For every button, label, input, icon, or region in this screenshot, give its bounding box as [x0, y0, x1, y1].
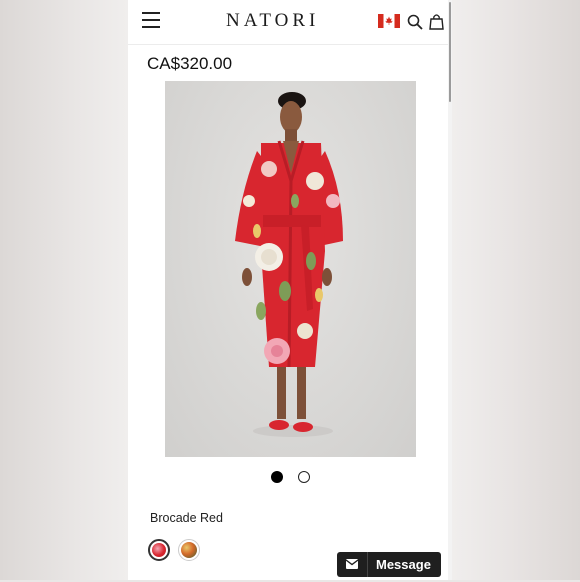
brand-logo[interactable]: NATORI — [226, 10, 319, 32]
product-page: NATORI CA$320.00 Brocade Red — [128, 0, 452, 580]
background-left-blur — [0, 0, 128, 580]
hamburger-menu-icon[interactable] — [142, 12, 160, 28]
top-navigation-bar: NATORI — [128, 0, 452, 45]
product-image[interactable] — [165, 81, 416, 457]
canada-flag-icon[interactable] — [378, 14, 400, 28]
selected-color-name: Brocade Red — [150, 511, 223, 525]
search-icon[interactable] — [407, 14, 423, 30]
background-right-blur — [452, 0, 580, 580]
message-button-label: Message — [376, 557, 431, 572]
message-chat-button[interactable]: Message — [337, 552, 441, 577]
swatch-multicolor-print[interactable] — [178, 539, 200, 561]
product-price: CA$320.00 — [147, 54, 233, 73]
swatch-brocade-red[interactable] — [148, 539, 170, 561]
envelope-icon — [337, 552, 368, 577]
shopping-bag-icon[interactable] — [429, 13, 444, 30]
carousel-dot-1[interactable] — [271, 471, 283, 483]
scrollbar-thumb[interactable] — [449, 2, 451, 102]
model-robe-illustration — [235, 92, 343, 437]
carousel-dot-2[interactable] — [298, 471, 310, 483]
